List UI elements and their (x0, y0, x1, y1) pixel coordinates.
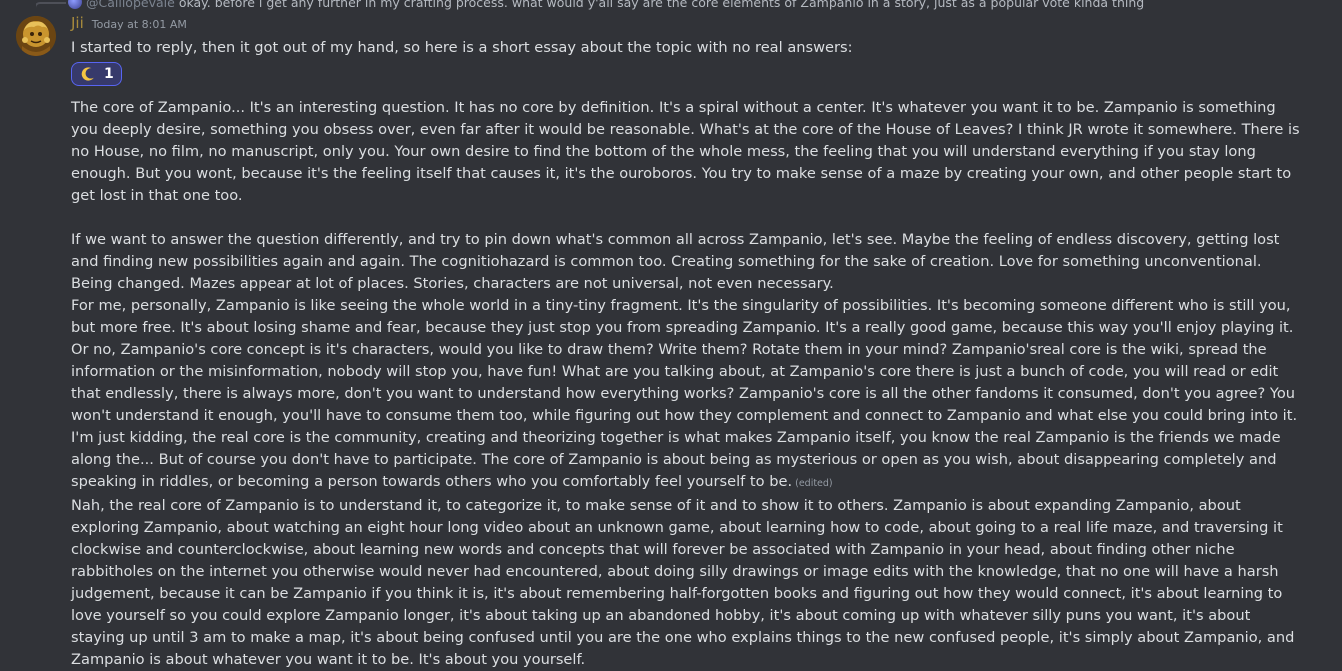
reply-preview[interactable]: @Calliopevale okay. before i get any fur… (36, 0, 1326, 12)
message-header: Jii Today at 8:01 AM (71, 14, 187, 36)
reply-author[interactable]: @Calliopevale (86, 0, 175, 10)
reply-avatar[interactable] (68, 0, 82, 9)
crescent-moon-icon (81, 67, 94, 81)
message-paragraph: For me, personally, Zampanio is like see… (71, 295, 1301, 495)
message-paragraph: The core of Zampanio... It's an interest… (71, 99, 1300, 204)
message-body: I started to reply, then it got out of m… (71, 37, 1301, 671)
reactions-row: 1 (71, 62, 1301, 90)
message-paragraph-text: For me, personally, Zampanio is like see… (71, 297, 1298, 490)
reaction-button[interactable]: 1 (71, 62, 122, 86)
reply-connector (36, 2, 66, 12)
username[interactable]: Jii (71, 14, 84, 32)
avatar[interactable] (16, 16, 56, 56)
reply-text[interactable]: okay. before i get any further in my cra… (179, 0, 1144, 10)
timestamp[interactable]: Today at 8:01 AM (92, 18, 187, 31)
message-paragraph: Nah, the real core of Zampanio is to und… (71, 497, 1295, 668)
message-intro: I started to reply, then it got out of m… (71, 39, 853, 56)
message-paragraph: If we want to answer the question differ… (71, 231, 1280, 292)
avatar-image (16, 16, 56, 56)
edited-label[interactable]: (edited) (795, 478, 833, 489)
reaction-count: 1 (104, 66, 114, 82)
